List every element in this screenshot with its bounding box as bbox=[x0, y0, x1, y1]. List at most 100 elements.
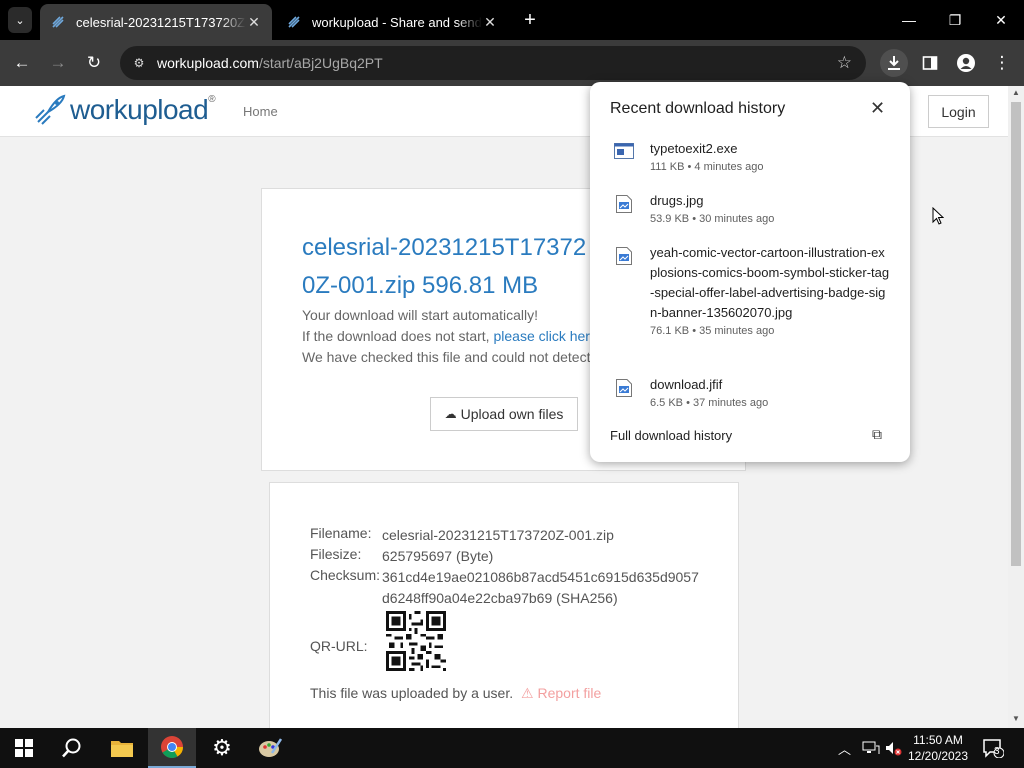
filename-value: celesrial-20231215T173720Z-001.zip bbox=[382, 527, 614, 543]
close-icon[interactable]: ✕ bbox=[870, 98, 885, 119]
tab-workupload[interactable]: workupload - Share and send large files … bbox=[276, 4, 508, 40]
warning-icon: ⚠ bbox=[521, 685, 534, 701]
uploaded-by-text: This file was uploaded by a user. ⚠ Repo… bbox=[310, 685, 602, 701]
paint-palette-icon bbox=[259, 738, 282, 757]
forward-arrow-icon: → bbox=[49, 53, 67, 72]
profile-button[interactable] bbox=[952, 49, 980, 77]
filesize-label: Filesize: bbox=[310, 546, 362, 562]
tab-close-icon[interactable]: ✕ bbox=[246, 14, 262, 31]
new-tab-button[interactable]: + bbox=[518, 9, 542, 33]
notification-icon bbox=[983, 739, 1004, 758]
image-file-icon bbox=[616, 247, 632, 265]
back-arrow-icon: ← bbox=[13, 53, 31, 72]
scroll-thumb[interactable] bbox=[1011, 102, 1021, 566]
download-item-meta: 53.9 KB • 30 minutes ago bbox=[650, 213, 775, 225]
rocket-logo-icon bbox=[35, 94, 66, 125]
cloud-upload-icon: ☁ bbox=[444, 407, 457, 421]
file-info-card: Filename: celesrial-20231215T173720Z-001… bbox=[269, 482, 739, 728]
forward-button[interactable]: → bbox=[44, 49, 72, 77]
auto-download-message: Your download will start automatically! bbox=[302, 307, 539, 323]
network-icon[interactable] bbox=[862, 728, 880, 768]
login-button[interactable]: Login bbox=[928, 95, 989, 128]
reload-button[interactable]: ↻ bbox=[80, 49, 108, 77]
clock-time: 11:50 AM bbox=[913, 733, 963, 747]
open-in-new-icon[interactable]: ⧉ bbox=[872, 426, 882, 443]
checksum-label: Checksum: bbox=[310, 567, 381, 583]
site-info-icon[interactable]: ⚙ bbox=[130, 54, 148, 72]
qr-url-label: QR-URL: bbox=[310, 638, 368, 654]
filesize-row: Filesize: 625795697 (Byte) bbox=[310, 546, 702, 567]
browser-toolbar: ← → ↻ ⚙ workupload.com/start/aBj2UgBq2PT… bbox=[0, 40, 1024, 86]
chrome-icon bbox=[161, 736, 183, 758]
chevron-down-icon: ⌄ bbox=[15, 14, 25, 27]
download-history-popup: Recent download history ✕ typetoexit2.ex… bbox=[590, 82, 910, 462]
upload-own-files-button[interactable]: ☁ Upload own files bbox=[430, 397, 578, 431]
file-explorer-button[interactable] bbox=[98, 728, 146, 768]
taskbar-search-button[interactable] bbox=[48, 728, 96, 768]
filename-label: Filename: bbox=[310, 525, 372, 541]
reload-icon: ↻ bbox=[86, 53, 102, 72]
filesize-value: 625795697 (Byte) bbox=[382, 548, 494, 564]
download-item-meta: 111 KB • 4 minutes ago bbox=[650, 161, 764, 173]
address-bar[interactable]: ⚙ workupload.com/start/aBj2UgBq2PT ☆ bbox=[120, 46, 866, 80]
download-item-name: typetoexit2.exe 111 KB • 4 minutes ago bbox=[650, 139, 890, 175]
chevron-up-icon: ︿ bbox=[838, 741, 852, 757]
settings-taskbar-button[interactable]: ⚙ bbox=[198, 728, 246, 768]
file-title: celesrial-20231215T173720Z-001.zip 596.8… bbox=[302, 234, 587, 299]
profile-avatar-icon bbox=[957, 54, 975, 72]
download-item-meta: 76.1 KB • 35 minutes ago bbox=[650, 325, 775, 337]
scroll-up-arrow-icon[interactable]: ▲ bbox=[1008, 88, 1024, 102]
notification-center-button[interactable]: 3 bbox=[982, 728, 1004, 768]
mouse-cursor-icon bbox=[932, 207, 944, 225]
image-file-icon bbox=[616, 379, 632, 397]
full-download-history-link[interactable]: Full download history bbox=[610, 428, 732, 443]
manual-download-message: If the download does not start, please c… bbox=[302, 328, 602, 344]
window-close-button[interactable]: ✕ bbox=[978, 0, 1024, 40]
folder-icon bbox=[111, 741, 133, 757]
tab-close-icon[interactable]: ✕ bbox=[482, 14, 498, 31]
windows-logo-icon bbox=[15, 739, 33, 757]
click-here-link[interactable]: please click here. bbox=[493, 328, 601, 344]
tab-title: workupload - Share and send large files bbox=[312, 14, 482, 30]
tab-title: celesrial-20231215T173720Z-001.zip bbox=[76, 14, 246, 30]
downloads-button[interactable] bbox=[880, 49, 908, 77]
nav-home-link[interactable]: Home bbox=[243, 104, 278, 119]
image-file-icon bbox=[616, 195, 632, 213]
upload-button-label: Upload own files bbox=[460, 406, 564, 422]
workupload-favicon-icon bbox=[52, 16, 64, 28]
site-logo[interactable]: workupload® bbox=[34, 94, 216, 126]
exe-file-icon bbox=[614, 143, 634, 159]
download-item-name: drugs.jpg 53.9 KB • 30 minutes ago bbox=[650, 191, 890, 227]
clock-date: 12/20/2023 bbox=[907, 749, 969, 763]
tab-celesrial[interactable]: celesrial-20231215T173720Z-001.zip ✕ bbox=[40, 4, 272, 40]
bookmark-star-icon[interactable]: ☆ bbox=[837, 53, 852, 73]
tab-search-button[interactable]: ⌄ bbox=[8, 7, 32, 33]
logo-text: workupload® bbox=[70, 94, 216, 125]
paint-taskbar-button[interactable] bbox=[246, 728, 294, 768]
page-scrollbar[interactable]: ▲ ▼ bbox=[1008, 86, 1024, 728]
scroll-down-arrow-icon[interactable]: ▼ bbox=[1008, 714, 1024, 728]
gear-icon: ⚙ bbox=[212, 735, 232, 760]
url-domain: workupload.com bbox=[157, 55, 259, 71]
browser-menu-button[interactable]: ⋮ bbox=[988, 49, 1016, 77]
browser-tab-strip: ⌄ celesrial-20231215T173720Z-001.zip ✕ w… bbox=[0, 0, 1024, 40]
checksum-value: 361cd4e19ae021086b87acd5451c6915d635d905… bbox=[382, 569, 699, 606]
restore-button[interactable]: ❐ bbox=[932, 0, 978, 40]
side-panel-button[interactable] bbox=[916, 49, 944, 77]
minimize-button[interactable]: — bbox=[886, 0, 932, 40]
download-item-name: download.jfif 6.5 KB • 37 minutes ago bbox=[650, 375, 890, 411]
taskbar-clock[interactable]: 11:50 AM 12/20/2023 bbox=[906, 732, 970, 764]
report-file-link[interactable]: ⚠ Report file bbox=[521, 685, 601, 701]
show-hidden-icons-button[interactable]: ︿ bbox=[838, 728, 851, 768]
back-button[interactable]: ← bbox=[8, 49, 36, 77]
workupload-favicon-icon bbox=[288, 16, 300, 28]
search-icon bbox=[62, 738, 81, 758]
kebab-menu-icon: ⋮ bbox=[993, 53, 1011, 72]
volume-muted-icon[interactable] bbox=[884, 728, 902, 768]
notification-count: 3 bbox=[994, 746, 1000, 757]
chrome-taskbar-button[interactable] bbox=[148, 728, 196, 768]
start-button[interactable] bbox=[0, 728, 48, 768]
download-icon bbox=[888, 56, 900, 70]
download-history-heading: Recent download history bbox=[610, 100, 786, 117]
url-text[interactable]: workupload.com/start/aBj2UgBq2PT bbox=[157, 55, 383, 71]
